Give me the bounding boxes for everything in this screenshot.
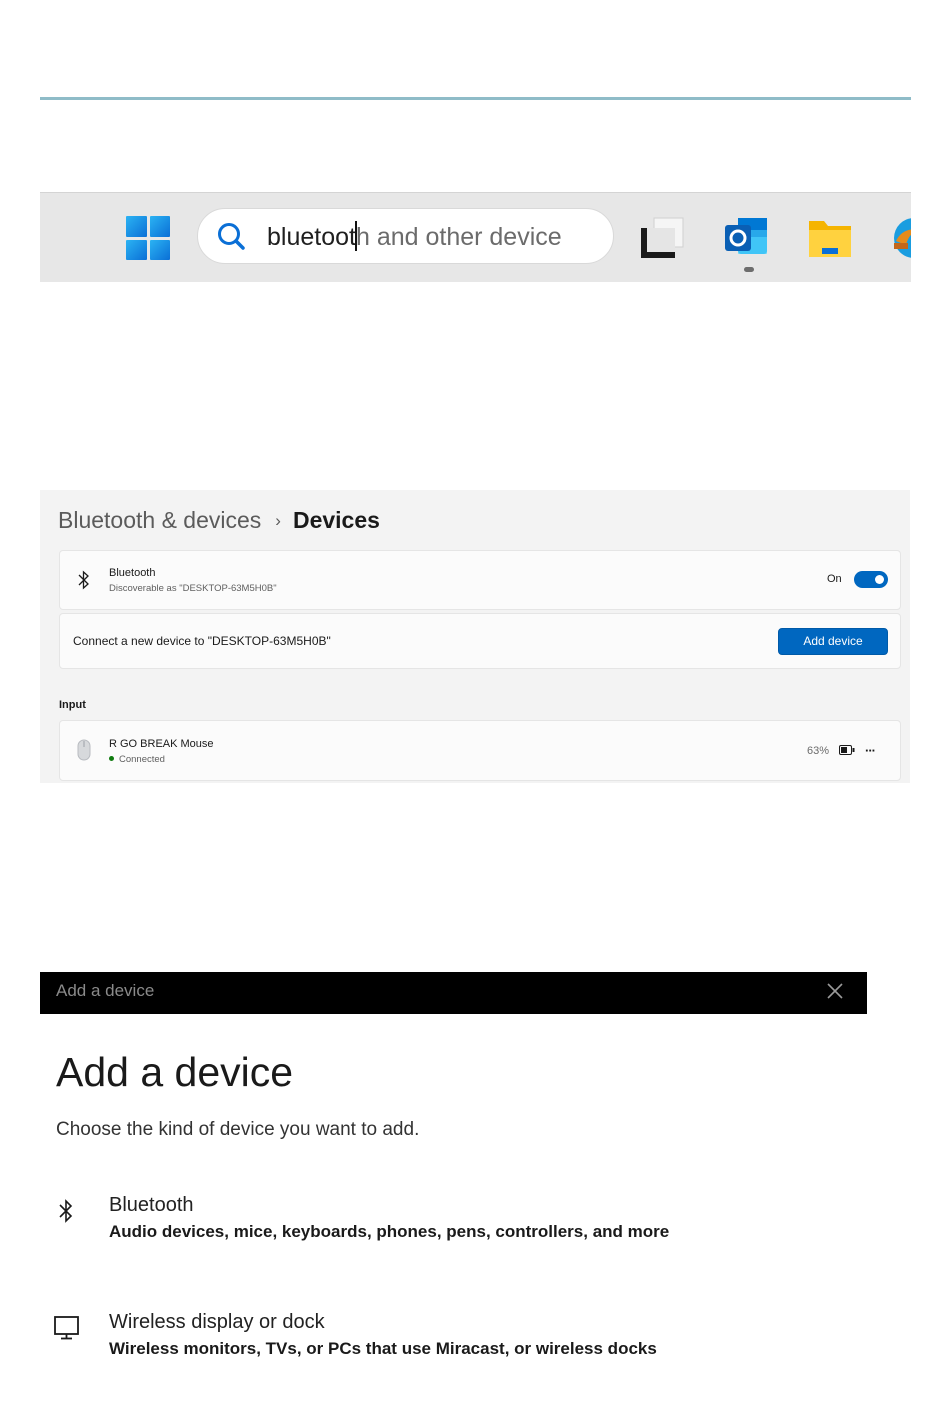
section-heading-input: Input — [59, 699, 86, 711]
bluetooth-title: Bluetooth — [109, 567, 156, 579]
toggle-knob — [875, 575, 884, 584]
battery-percentage: 63% — [807, 745, 830, 757]
bluetooth-card: Bluetooth Discoverable as "DESKTOP-63M5H… — [59, 550, 901, 610]
device-status: Connected — [109, 754, 165, 765]
dialog-subtitle: Choose the kind of device you want to ad… — [56, 1119, 420, 1140]
windows-start-icon[interactable] — [126, 216, 170, 260]
device-status-text: Connected — [119, 754, 165, 765]
add-device-button[interactable]: Add device — [778, 628, 888, 655]
connect-device-text: Connect a new device to "DESKTOP-63M5H0B… — [73, 634, 331, 648]
edge-icon[interactable] — [890, 215, 911, 261]
chevron-right-icon: › — [275, 511, 281, 530]
search-input[interactable]: bluetooth and other device — [267, 220, 587, 254]
more-options-icon[interactable]: ··· — [865, 743, 876, 758]
settings-window: Bluetooth & devices › Devices Bluetooth Di… — [40, 490, 910, 783]
bluetooth-discoverable-text: Discoverable as "DESKTOP-63M5H0B" — [109, 583, 277, 594]
device-row-mouse[interactable]: R GO BREAK Mouse Connected 63% ··· — [59, 720, 901, 781]
close-icon[interactable] — [826, 982, 844, 1000]
search-typed-text: bluetoot — [267, 223, 356, 251]
taskbar-search-box[interactable]: bluetooth and other device — [197, 208, 614, 264]
dialog-titlebar[interactable]: Add a device — [40, 972, 867, 1014]
search-icon — [218, 223, 245, 250]
taskbar: bluetooth and other device — [40, 192, 911, 282]
device-name: R GO BREAK Mouse — [109, 738, 214, 750]
dialog-heading: Add a device — [56, 1049, 294, 1095]
running-indicator — [744, 267, 754, 272]
breadcrumb-parent[interactable]: Bluetooth & devices — [58, 507, 261, 533]
option-description: Wireless monitors, TVs, or PCs that use … — [109, 1339, 657, 1358]
option-title: Bluetooth — [109, 1194, 194, 1216]
battery-icon — [839, 745, 855, 755]
connect-device-card: Connect a new device to "DESKTOP-63M5H0B… — [59, 613, 901, 669]
bluetooth-toggle[interactable] — [854, 571, 888, 588]
monitor-icon — [54, 1316, 79, 1340]
connected-dot-icon — [109, 756, 114, 761]
mouse-icon — [77, 739, 91, 761]
breadcrumb: Bluetooth & devices › Devices — [58, 505, 380, 536]
top-divider — [40, 97, 911, 100]
dialog-window-title: Add a device — [56, 981, 155, 1000]
outlook-icon[interactable] — [722, 215, 770, 261]
option-description: Audio devices, mice, keyboards, phones, … — [109, 1222, 670, 1241]
bluetooth-icon — [59, 1199, 73, 1223]
page-title: Devices — [292, 507, 380, 533]
option-title: Wireless display or dock — [109, 1311, 325, 1333]
toggle-state-label: On — [827, 573, 842, 585]
file-explorer-icon[interactable] — [806, 215, 854, 261]
task-view-icon[interactable] — [638, 215, 686, 261]
bluetooth-icon — [78, 570, 89, 590]
search-suggestion-text: h and other device — [355, 223, 562, 251]
